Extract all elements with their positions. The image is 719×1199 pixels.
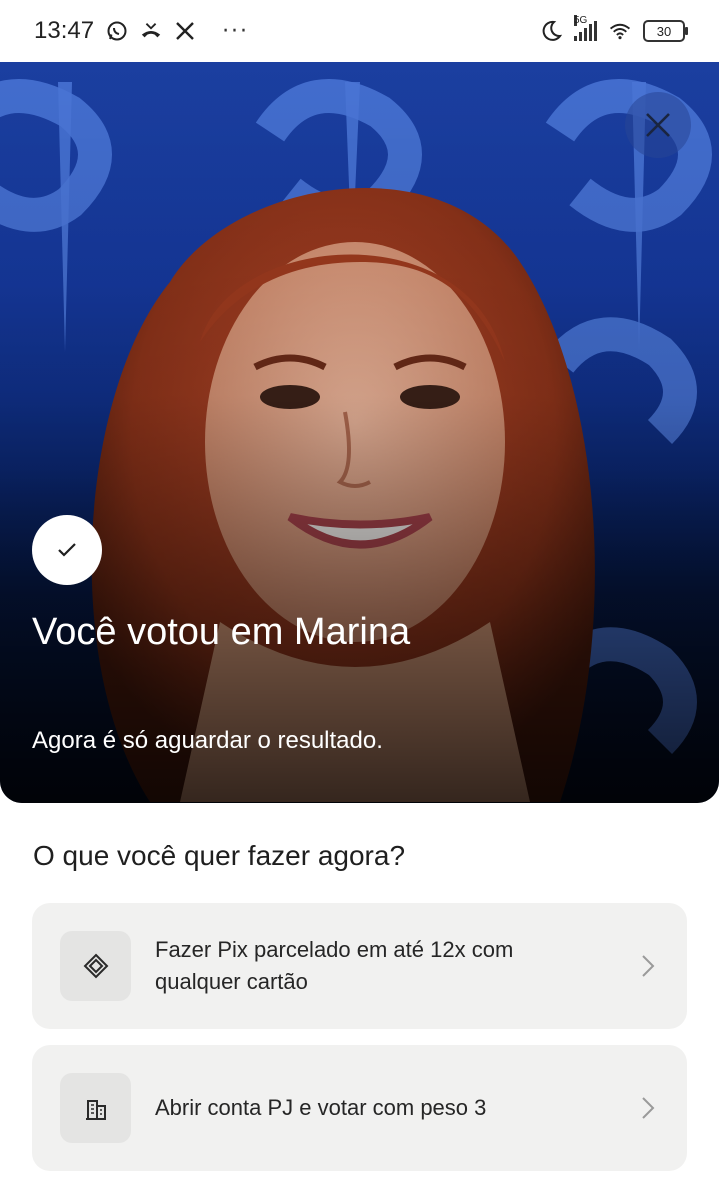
vote-subtitle: Agora é só aguardar o resultado. [32,727,383,754]
close-button[interactable] [625,92,691,158]
pix-icon [83,953,108,979]
more-notifications-icon: ··· [222,18,250,44]
option-icon-box [60,931,131,1001]
chevron-right-icon [642,1097,655,1119]
option-icon-box [60,1073,131,1143]
status-time: 13:47 [34,17,95,44]
option-conta-pj[interactable]: Abrir conta PJ e votar com peso 3 [32,1045,687,1171]
status-left: 13:47 ··· [34,17,249,45]
signal-icon: 5G [574,15,597,41]
building-icon [85,1100,106,1120]
option-label: Fazer Pix parcelado em até 12x com qualq… [155,937,514,994]
hero-background-art [0,62,719,803]
whatsapp-icon [106,20,128,42]
option-label: Abrir conta PJ e votar com peso 3 [155,1095,487,1120]
battery-icon: 30 [643,20,688,42]
moon-icon [540,20,562,42]
vote-confirmation-hero: Você votou em Marina Agora é só aguardar… [0,62,719,803]
wifi-icon [609,20,631,42]
vote-check-badge [32,515,102,585]
status-bar: 13:47 ··· 5G 30 [0,0,719,62]
close-icon [646,113,670,137]
check-icon [58,543,76,557]
next-actions-title: O que você quer fazer agora? [33,840,406,871]
chevron-right-icon [642,955,655,977]
vote-title: Você votou em Marina [32,611,411,653]
missed-call-icon [140,20,162,42]
next-actions-sheet: O que você quer fazer agora? Fazer Pix p… [0,810,719,1199]
option-pix-parcelado[interactable]: Fazer Pix parcelado em até 12x com qualq… [32,903,687,1029]
x-icon [174,20,196,42]
network-type: 5G [574,15,588,26]
status-right: 5G 30 [540,15,688,42]
